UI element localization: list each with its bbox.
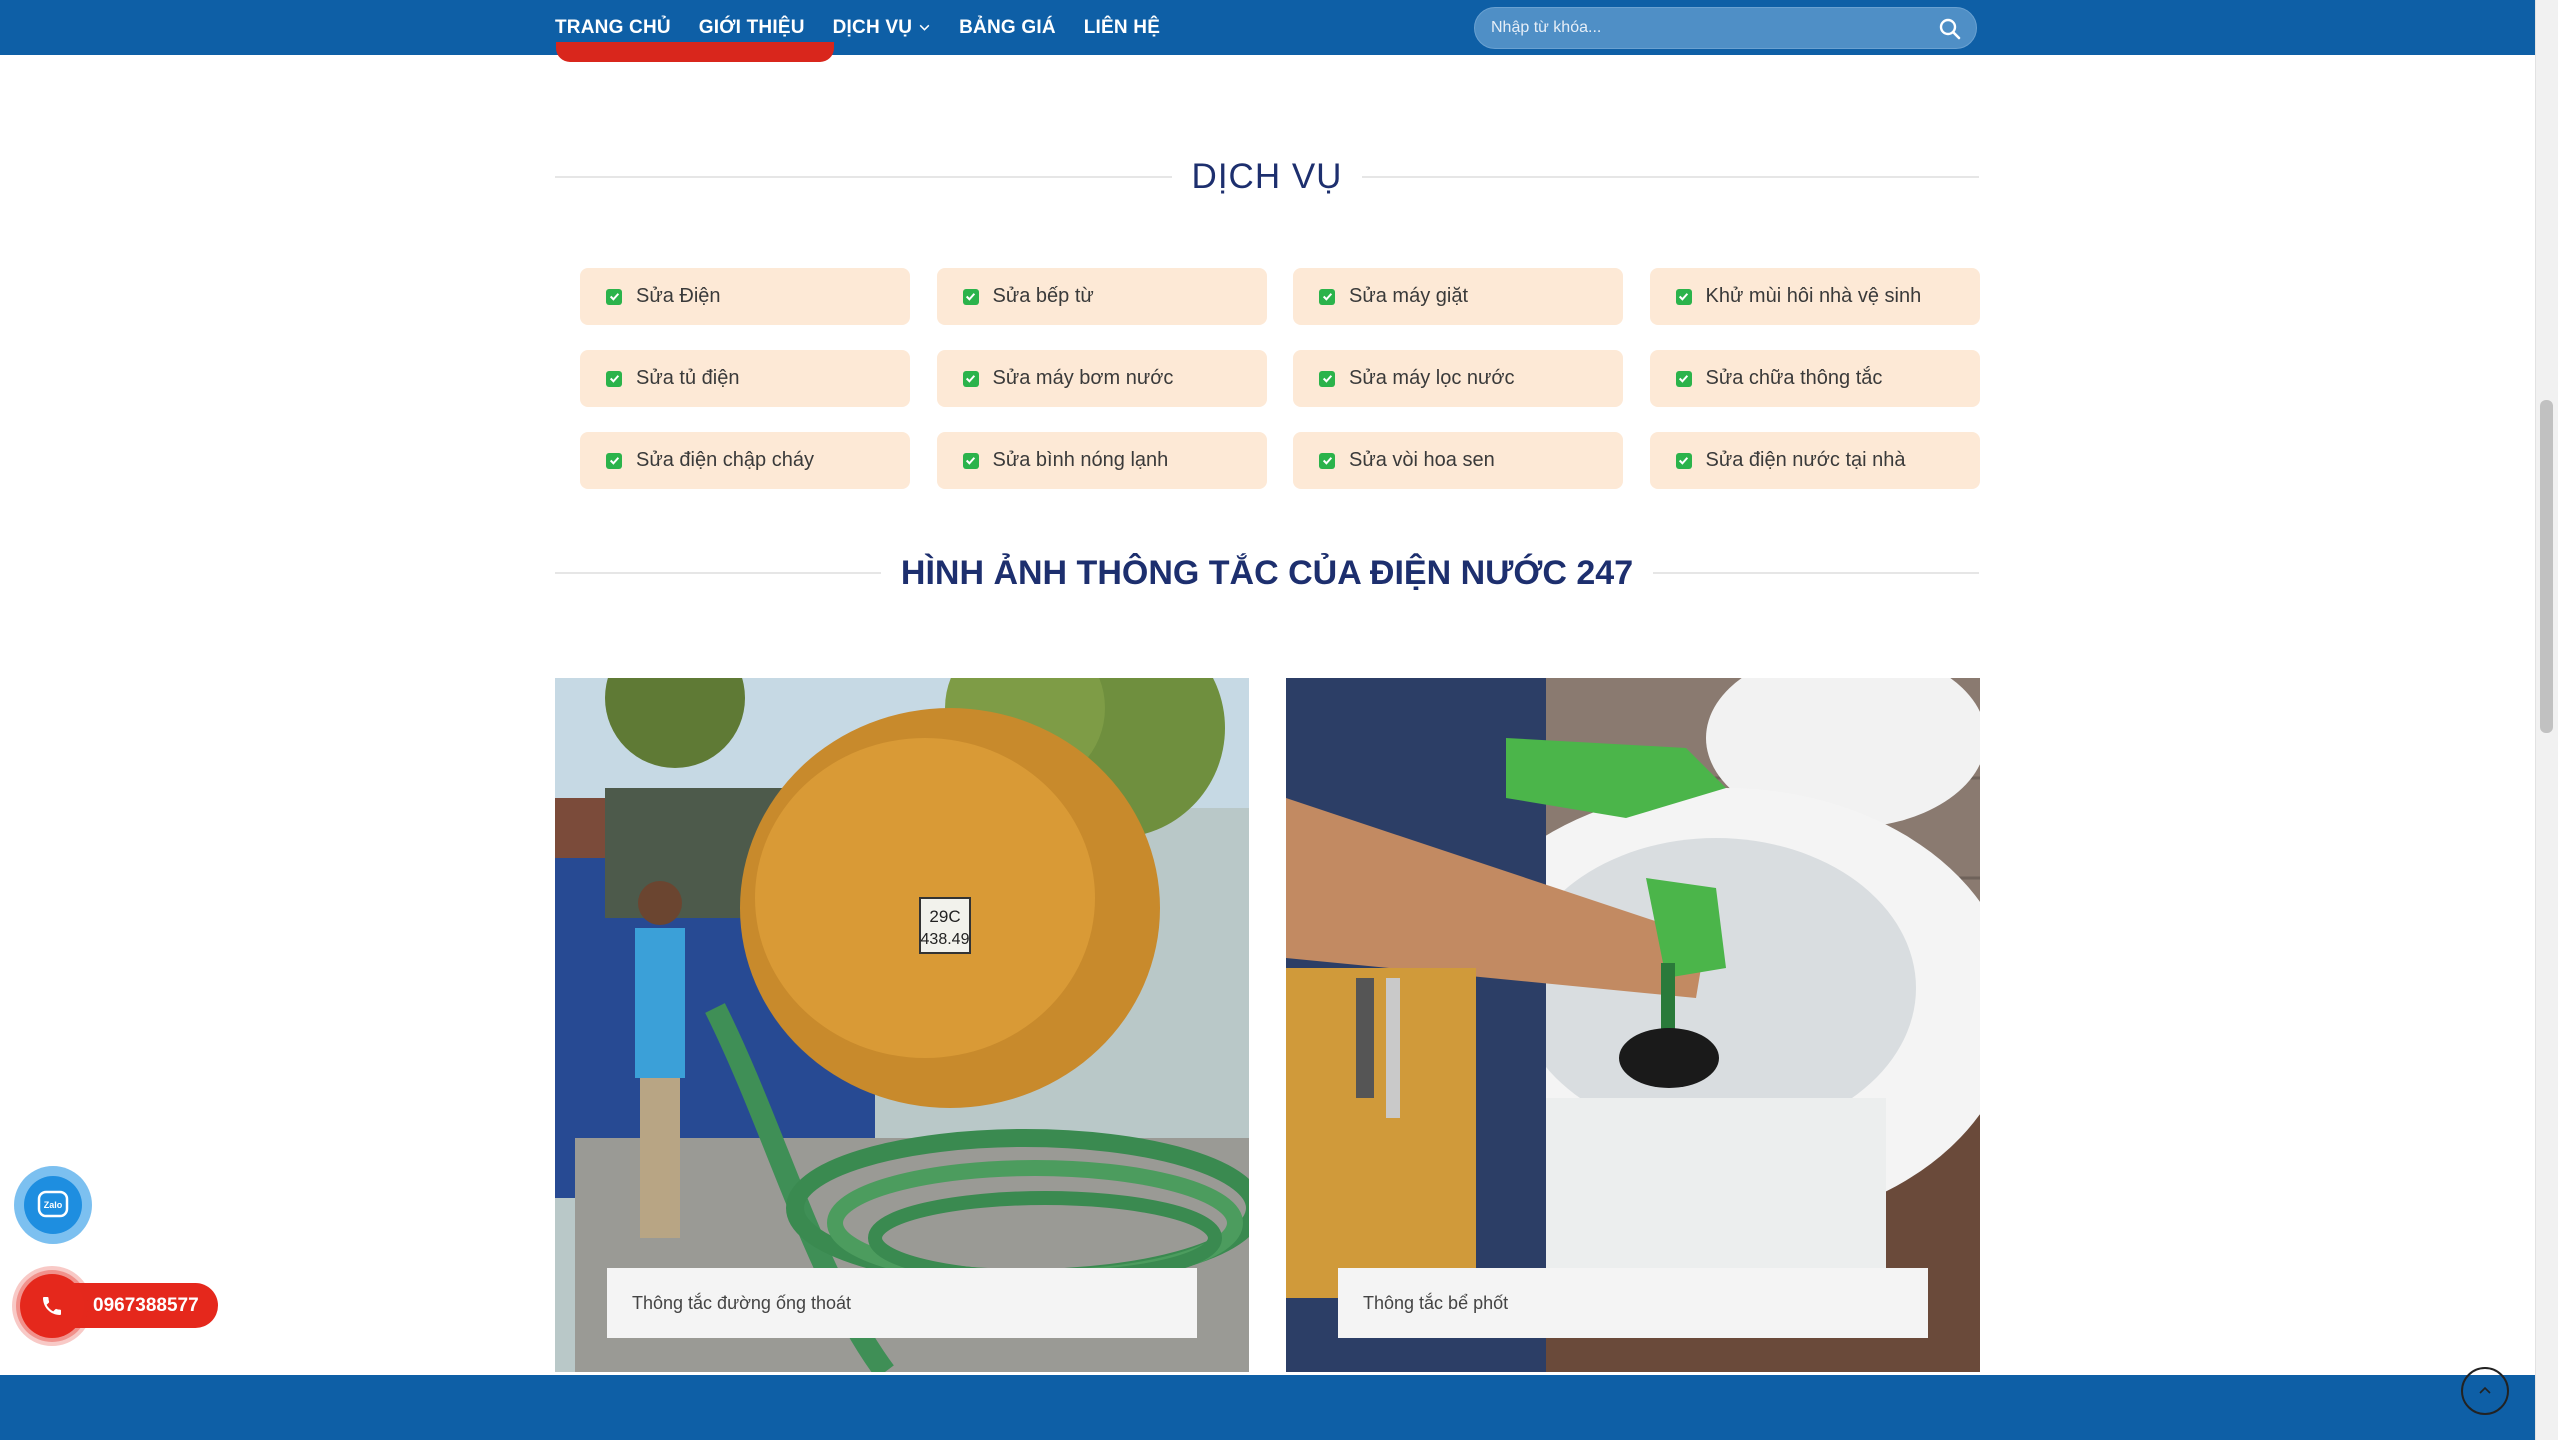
service-item[interactable]: Sửa máy bơm nước bbox=[936, 350, 1267, 407]
zalo-chat-button[interactable]: Zalo bbox=[14, 1166, 92, 1244]
gallery-item-toilet[interactable]: Thông tắc bể phốt bbox=[1286, 678, 1980, 1372]
service-item[interactable]: Sửa bình nóng lạnh bbox=[936, 432, 1267, 489]
service-label: Khử mùi hôi nhà vệ sinh bbox=[1705, 285, 1922, 307]
service-item[interactable]: Sửa máy lọc nước bbox=[1293, 350, 1623, 407]
nav-services-label: DỊCH VỤ bbox=[832, 16, 913, 38]
check-icon bbox=[962, 370, 979, 387]
chevron-up-icon bbox=[2479, 1386, 2491, 1394]
nav-about[interactable]: GIỚI THIỆU bbox=[699, 17, 805, 39]
title-divider-right bbox=[1653, 572, 1979, 574]
scrollbar-thumb[interactable] bbox=[2540, 400, 2553, 733]
service-item[interactable]: Sửa Điện bbox=[580, 268, 910, 325]
back-to-top-button[interactable] bbox=[2461, 1367, 2509, 1415]
service-label: Sửa máy giặt bbox=[1349, 285, 1468, 307]
service-label: Sửa máy lọc nước bbox=[1349, 367, 1515, 389]
plate-line-1: 29C bbox=[929, 907, 960, 926]
footer-bar bbox=[0, 1375, 2535, 1440]
service-label: Sửa chữa thông tắc bbox=[1705, 367, 1883, 389]
service-label: Sửa Điện bbox=[636, 285, 721, 307]
cta-button-edge[interactable] bbox=[556, 42, 834, 62]
check-icon bbox=[606, 288, 622, 305]
top-header: TRANG CHỦ GIỚI THIỆU DỊCH VỤ BẢNG GIÁ LI… bbox=[0, 0, 2535, 55]
chevron-down-icon bbox=[919, 24, 930, 31]
nav-contact[interactable]: LIÊN HỆ bbox=[1084, 17, 1160, 39]
nav-services[interactable]: DỊCH VỤ bbox=[833, 17, 932, 39]
check-icon bbox=[962, 452, 979, 469]
service-item[interactable]: Sửa máy giặt bbox=[1293, 268, 1623, 325]
check-icon bbox=[1675, 370, 1692, 387]
search-icon[interactable] bbox=[1938, 17, 1962, 41]
services-heading: DỊCH VỤ bbox=[1191, 157, 1343, 196]
check-icon bbox=[1319, 452, 1335, 469]
gallery-item-drain-truck[interactable]: 29C 438.49 Thông tắc đường ống thoát bbox=[555, 678, 1249, 1372]
service-item[interactable]: Sửa điện chập cháy bbox=[580, 432, 910, 489]
check-icon bbox=[1319, 288, 1335, 305]
service-item[interactable]: Sửa bếp từ bbox=[936, 268, 1267, 325]
title-divider-right bbox=[1362, 176, 1979, 178]
title-divider-left bbox=[555, 572, 881, 574]
check-icon bbox=[962, 288, 979, 305]
service-label: Sửa máy bơm nước bbox=[992, 367, 1174, 389]
hotline-number: 0967388577 bbox=[93, 1295, 199, 1316]
search-input[interactable] bbox=[1491, 8, 1921, 48]
search-box bbox=[1474, 7, 1977, 49]
gallery-section-title: HÌNH ẢNH THÔNG TẮC CỦA ĐIỆN NƯỚC 247 bbox=[555, 548, 1979, 598]
check-icon bbox=[1675, 288, 1692, 305]
service-item[interactable]: Sửa vòi hoa sen bbox=[1293, 432, 1623, 489]
service-label: Sửa bình nóng lạnh bbox=[992, 449, 1169, 471]
services-section-title: DỊCH VỤ bbox=[555, 152, 1979, 202]
nav-pricing[interactable]: BẢNG GIÁ bbox=[959, 17, 1056, 39]
service-item[interactable]: Sửa điện nước tại nhà bbox=[1649, 432, 1980, 489]
service-item[interactable]: Khử mùi hôi nhà vệ sinh bbox=[1649, 268, 1980, 325]
gallery-caption: Thông tắc bể phốt bbox=[1338, 1268, 1928, 1338]
service-label: Sửa tủ điện bbox=[636, 367, 740, 389]
nav-home[interactable]: TRANG CHỦ bbox=[555, 17, 671, 39]
plate-line-2: 438.49 bbox=[921, 931, 970, 948]
service-label: Sửa điện nước tại nhà bbox=[1705, 449, 1906, 471]
service-item[interactable]: Sửa chữa thông tắc bbox=[1649, 350, 1980, 407]
check-icon bbox=[606, 452, 622, 469]
service-label: Sửa điện chập cháy bbox=[636, 449, 814, 471]
service-label: Sửa bếp từ bbox=[992, 285, 1094, 307]
check-icon bbox=[1319, 370, 1335, 387]
zalo-label: Zalo bbox=[44, 1200, 63, 1210]
gallery-heading: HÌNH ẢNH THÔNG TẮC CỦA ĐIỆN NƯỚC 247 bbox=[900, 553, 1634, 592]
check-icon bbox=[606, 370, 622, 387]
service-item[interactable]: Sửa tủ điện bbox=[580, 350, 910, 407]
gallery-caption: Thông tắc đường ống thoát bbox=[607, 1268, 1197, 1338]
zalo-icon: Zalo bbox=[24, 1176, 82, 1234]
title-divider-left bbox=[555, 176, 1172, 178]
service-label: Sửa vòi hoa sen bbox=[1349, 449, 1495, 471]
check-icon bbox=[1675, 452, 1692, 469]
phone-icon[interactable] bbox=[20, 1274, 84, 1338]
services-grid: Sửa Điện Sửa bếp từ Sửa máy giặt Khử mùi… bbox=[580, 268, 1980, 489]
